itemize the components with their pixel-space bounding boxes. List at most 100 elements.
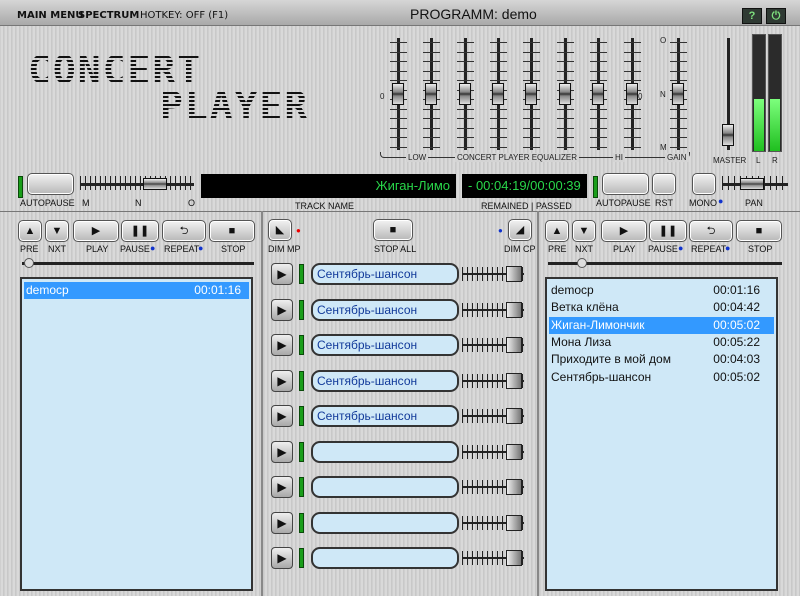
slot-play-button[interactable]: ▶ [271,440,293,463]
tick-mark [670,137,687,138]
slot-volume-fader[interactable] [462,477,530,497]
eq-band-4-slider[interactable] [492,83,504,105]
list-item[interactable]: demoср 00:01:16 [24,282,249,299]
left-volume-track [80,183,194,186]
slot-volume-fader[interactable] [462,513,530,533]
right-playlist[interactable]: demoср 00:01:16 Ветка клёна 00:04:42 Жиган-Л… [545,277,778,591]
right-play-label: PLAY [613,244,636,254]
tick-mark [590,70,607,72]
left-nxt-label: NXT [48,244,66,254]
slot-volume-fader[interactable] [462,335,530,355]
left-pause-button[interactable]: ❚❚ [121,220,159,242]
slot-indicator [299,441,304,462]
right-deck-indicator [593,176,598,198]
right-repeat-button[interactable]: ⮌ [689,220,733,242]
slot-play-button[interactable]: ▶ [271,476,293,498]
left-repeat-button[interactable]: ⮌ [162,220,206,242]
slot-play-button[interactable]: ▶ [271,334,293,356]
right-pause-button[interactable]: ❚❚ [649,220,687,242]
slot-volume-fader[interactable] [462,300,530,320]
right-nxt-button[interactable]: ▼ [572,220,596,242]
eq-band-6-slider[interactable] [559,83,571,105]
mono-button[interactable] [692,173,716,195]
left-nxt-button[interactable]: ▼ [45,220,69,242]
right-play-button[interactable]: ▶ [601,220,647,242]
left-autopause-button[interactable] [27,173,74,195]
tick-mark [670,146,687,148]
tick-mark [423,146,440,148]
slot-play-button[interactable]: ▶ [271,369,293,392]
slot-track-field[interactable]: Сентябрь-шансон [311,298,459,321]
left-seek-track[interactable] [22,262,254,265]
pan-slider[interactable] [740,178,764,190]
slot-play-button[interactable]: ▶ [271,263,293,285]
slot-track-field[interactable]: Сентябрь-шансон [311,263,459,285]
master-slider[interactable] [722,123,734,146]
slot-volume-fader[interactable] [462,548,530,568]
tick-mark [557,137,574,138]
tick-mark [490,118,507,119]
eq-band-3-slider[interactable] [459,83,471,105]
slot-play-button[interactable]: ▶ [271,298,293,321]
rst-button[interactable] [652,173,676,195]
right-repeat-label: REPEAT [691,244,727,254]
right-pre-button[interactable]: ▲ [545,220,569,242]
track-title: demoср [26,283,69,297]
tick-mark [624,137,641,138]
slot-volume-fader[interactable] [462,406,530,426]
tick-mark [557,108,574,110]
dim-cp-button[interactable]: ◢ [508,219,532,241]
left-stop-button[interactable]: ■ [209,220,255,242]
slot-track-field[interactable] [311,440,459,463]
eq-band-2-slider[interactable] [425,83,437,105]
tick-mark [523,61,540,62]
slot-volume-fader[interactable] [462,442,530,462]
right-autopause-button[interactable] [602,173,649,195]
tick-mark [624,118,641,119]
gain-slider[interactable] [672,83,684,105]
tick-mark [457,70,474,72]
slot-track-field[interactable] [311,476,459,498]
slot-play-button[interactable]: ▶ [271,511,293,534]
slot-track-field[interactable]: Сентябрь-шансон [311,369,459,392]
stop-all-label: STOP ALL [374,244,417,254]
left-play-button[interactable]: ▶ [73,220,119,242]
list-item[interactable]: demoср 00:01:16 [549,282,774,299]
left-pre-button[interactable]: ▲ [18,220,42,242]
right-seek-knob[interactable] [577,258,587,268]
right-stop-button[interactable]: ■ [736,220,782,242]
power-button[interactable]: ⏻ [766,8,786,24]
slot-track-field[interactable]: Сентябрь-шансон [311,405,459,427]
tick-mark [490,61,507,62]
list-item[interactable]: Сентябрь-шансон 00:05:02 [549,369,774,386]
list-item[interactable]: Приходите в мой дом 00:04:03 [549,351,774,368]
eq-band-8-slider[interactable] [626,83,638,105]
dim-mp-button[interactable]: ◣ [268,219,292,241]
tick-mark [523,51,540,53]
help-button[interactable]: ? [742,8,762,24]
stop-all-button[interactable]: ■ [373,219,413,241]
left-seek-knob[interactable] [24,258,34,268]
right-pause-dot: ● [678,243,684,253]
slot-play-button[interactable]: ▶ [271,547,293,569]
slot-indicator [299,335,304,355]
tick-mark [670,118,687,119]
eq-band-7-slider[interactable] [592,83,604,105]
left-playlist[interactable]: demoср 00:01:16 [20,277,253,591]
tick-mark [490,42,507,43]
eq-band-1-slider[interactable] [392,83,404,105]
left-volume-slider[interactable] [143,178,167,190]
eq-band-5-slider[interactable] [525,83,537,105]
slot-track-field[interactable]: Сентябрь-шансон [311,334,459,356]
slot-track-field[interactable] [311,547,459,569]
slot-play-button[interactable]: ▶ [271,405,293,427]
list-item[interactable]: Жиган-Лимончик 00:05:02 [549,316,774,334]
main-menu[interactable]: MAIN MENU [17,10,84,21]
hotkey-status[interactable]: HOTKEY: OFF (F1) [140,10,228,21]
spectrum-menu[interactable]: SPECTRUM [78,10,139,21]
list-item[interactable]: Мона Лиза 00:05:22 [549,334,774,351]
list-item[interactable]: Ветка клёна 00:04:42 [549,299,774,316]
slot-volume-fader[interactable] [462,371,530,391]
slot-volume-fader[interactable] [462,264,530,284]
slot-track-field[interactable] [311,511,459,534]
